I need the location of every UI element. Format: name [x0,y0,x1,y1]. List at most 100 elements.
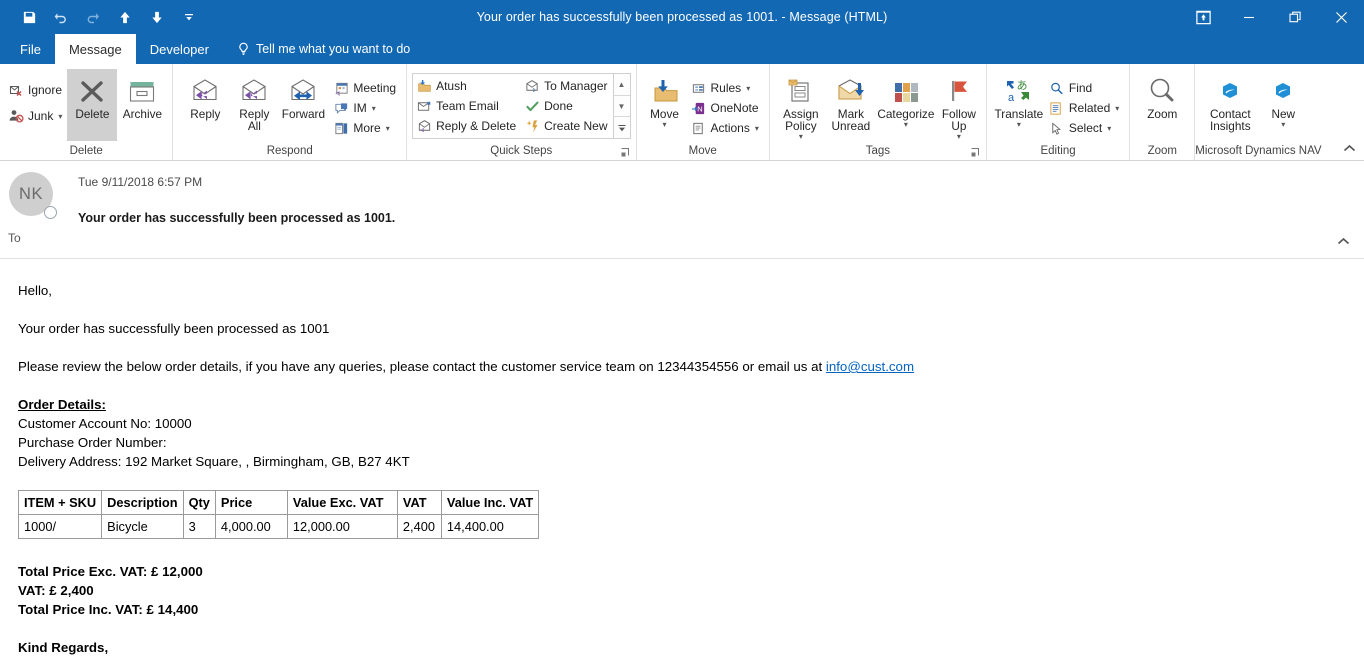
ribbon-translate-button[interactable]: あa Translate ▾ [992,69,1046,141]
quick-steps-dialog-launcher[interactable] [620,146,632,158]
ribbon-reply-button[interactable]: Reply [178,69,232,141]
ribbon-onenote-button[interactable]: N OneNote [688,98,764,118]
table-header-value-exc-vat: Value Exc. VAT [286,490,398,515]
close-icon[interactable] [1318,0,1364,34]
ribbon-more-button[interactable]: More ▾ [330,118,401,138]
ribbon-group-label-dynamics-nav: Microsoft Dynamics NAV [1195,145,1322,157]
tab-message[interactable]: Message [54,34,136,64]
ribbon-contact-insights-button[interactable]: Contact Insights [1200,69,1260,141]
quick-step-to-manager[interactable]: To Manager [521,76,612,96]
ribbon-select-button[interactable]: Select ▾ [1046,118,1124,138]
svg-text:あ: あ [1016,79,1027,92]
ribbon-related-button[interactable]: Related ▾ [1046,98,1124,118]
tab-file[interactable]: File [6,34,55,64]
ribbon-move-label: Move [650,107,679,121]
quick-access-toolbar [0,4,204,30]
ribbon-find-button[interactable]: Find [1046,78,1124,98]
ribbon-group-move: Move ▾ Rules ▾ N OneNote Actions ▾ Move [637,64,770,160]
ribbon-reply-all-button[interactable]: Reply All [232,69,276,141]
tell-me-search[interactable]: Tell me what you want to do [223,34,420,64]
touch-mode-icon[interactable] [1180,0,1226,34]
collapse-ribbon-button[interactable] [1338,138,1360,158]
chevron-down-icon: ▾ [754,123,759,133]
follow-up-flag-icon [942,72,976,106]
ribbon-forward-button[interactable]: Forward [276,69,330,141]
ribbon-nav-new-button[interactable]: New ▾ [1260,69,1306,141]
cell-description: Bicycle [101,514,184,539]
ribbon-actions-button[interactable]: Actions ▾ [688,118,764,138]
ribbon-categorize-button[interactable]: Categorize ▾ [875,69,937,141]
email-link[interactable]: info@cust.com [826,359,914,374]
expand-header-button[interactable] [1330,230,1356,252]
ignore-icon [8,82,24,98]
ribbon-group-editing: あa Translate ▾ Find Related ▾ Select ▾ E… [987,64,1131,160]
create-new-icon [524,118,540,134]
ribbon-ignore-button[interactable]: Ignore [5,77,67,103]
purchase-order-line: Purchase Order Number: [18,435,167,450]
ribbon-im-label: IM [353,101,367,115]
cell-item-sku: 1000/ [17,514,103,539]
ribbon-group-tags: Assign Policy ▾ Mark Unread Categorize ▾ [770,64,987,160]
total-vat: VAT: £ 2,400 [18,583,94,598]
signoff-line: Kind Regards, [18,640,109,655]
quick-step-create-new[interactable]: Create New [521,116,612,136]
ribbon-group-respond: Reply Reply All Forward Meeting IM ▾ Mor… [173,64,408,160]
chevron-down-icon: ▾ [371,103,376,113]
quick-step-done[interactable]: Done [521,96,612,116]
window-title: Your order has successfully been process… [476,10,888,24]
ribbon-follow-up-button[interactable]: Follow Up ▾ [937,69,981,141]
ribbon-junk-button[interactable]: Junk ▾ [5,103,67,129]
ribbon-zoom-button[interactable]: Zoom [1135,69,1189,141]
arrow-down-icon[interactable] [142,4,172,30]
ribbon-im-button[interactable]: IM ▾ [330,98,401,118]
quick-step-atush-label: Atush [436,79,467,93]
zoom-magnifier-icon [1145,72,1179,106]
cell-vat: 2,400 [396,514,442,539]
chevron-down-icon: ▾ [1115,103,1120,113]
arrow-up-icon[interactable] [110,4,140,30]
quick-steps-scroll-up[interactable]: ▲ [613,74,630,96]
quick-step-team-email[interactable]: Team Email [413,96,521,116]
save-icon[interactable] [14,4,44,30]
delivery-address-line: Delivery Address: 192 Market Square, , B… [18,454,410,469]
quick-step-reply-delete[interactable]: Reply & Delete [413,116,521,136]
redo-icon[interactable] [78,4,108,30]
order-details-heading-text: Order Details: [18,397,106,412]
minimize-icon[interactable] [1226,0,1272,34]
chevron-down-icon: ▾ [1281,120,1286,129]
tab-developer[interactable]: Developer [136,34,223,64]
tell-me-label: Tell me what you want to do [255,42,411,56]
ribbon-meeting-label: Meeting [353,81,397,95]
to-field-label[interactable]: To [8,231,21,245]
quick-step-team-email-label: Team Email [436,99,499,113]
ribbon-move-button[interactable]: Move ▾ [642,69,688,141]
dynamics-nav-icon [1213,72,1247,106]
ribbon-follow-up-label: Follow Up [941,107,976,133]
message-date: Tue 9/11/2018 6:57 PM [78,175,203,189]
ribbon-delete-button[interactable]: Delete [67,69,118,141]
ribbon-junk-label: Junk [28,109,54,123]
ribbon-assign-policy-button[interactable]: Assign Policy ▾ [775,69,827,141]
ribbon-more-label: More [353,121,381,135]
chevron-down-icon[interactable] [174,4,204,30]
undo-icon[interactable] [46,4,76,30]
actions-icon [691,120,707,136]
ribbon-archive-button[interactable]: Archive [117,69,167,141]
quick-steps-more-gallery-icon[interactable] [614,117,630,138]
delete-x-icon [75,72,109,106]
tags-dialog-launcher[interactable] [970,146,982,158]
chevron-down-icon: ▾ [956,132,961,141]
cell-price: 4,000.00 [214,514,288,539]
team-email-icon [416,98,432,114]
ribbon-meeting-button[interactable]: Meeting [330,78,401,98]
ribbon-mark-unread-button[interactable]: Mark Unread [827,69,875,141]
quick-step-atush[interactable]: Atush [413,76,521,96]
ribbon-rules-button[interactable]: Rules ▾ [688,78,764,98]
table-header-description: Description [101,490,184,515]
svg-text:a: a [1008,92,1015,104]
ribbon-group-label-zoom: Zoom [1147,145,1177,157]
quick-steps-scrollbar[interactable]: ▲ ▼ [612,74,630,138]
window-controls [1180,0,1364,34]
restore-icon[interactable] [1272,0,1318,34]
quick-steps-scroll-down[interactable]: ▼ [613,96,630,118]
